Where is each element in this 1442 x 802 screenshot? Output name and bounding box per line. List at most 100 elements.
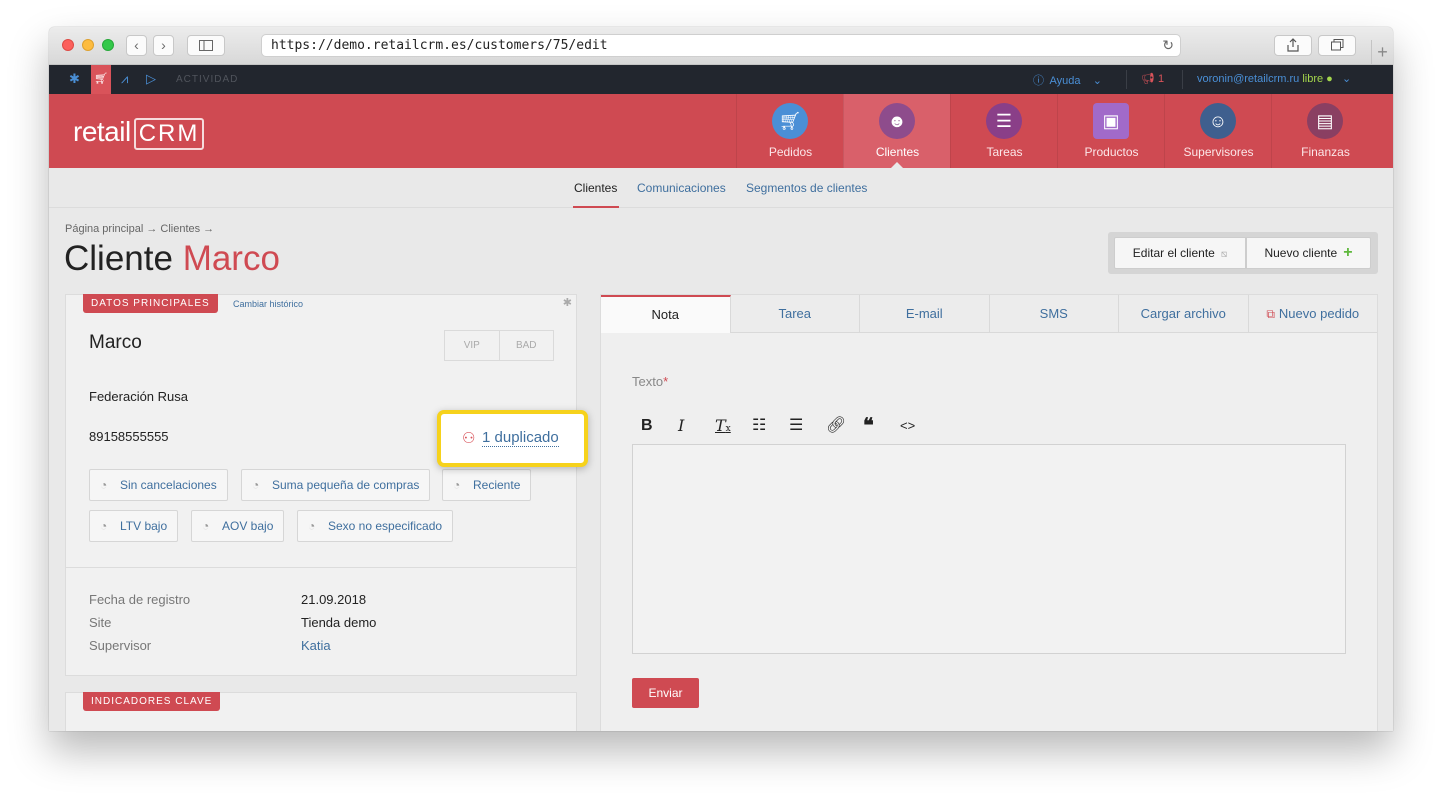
numbered-list-icon[interactable]: ☰ — [789, 415, 826, 437]
supervisor-label: Supervisor — [89, 638, 152, 653]
editor-toolbar: B I Tx ☷ ☰ 🔗︎ ❝ <> — [641, 415, 937, 437]
italic-icon[interactable]: I — [678, 415, 715, 437]
nav-finanzas[interactable]: ▤ Finanzas — [1271, 94, 1378, 168]
reload-icon[interactable]: ↻ — [1162, 37, 1174, 54]
edit-label: Editar el cliente — [1132, 246, 1215, 260]
segment-badge[interactable]: ◔ Sin cancelaciones — [89, 469, 228, 501]
tab-sms[interactable]: SMS — [989, 295, 1119, 333]
cart-icon[interactable]: 🛒︎ — [91, 65, 111, 94]
segment-badge[interactable]: ◔ LTV bajo — [89, 510, 179, 542]
segment-label: Reciente — [473, 478, 521, 492]
edit-client-button[interactable]: Editar el cliente ⧅ — [1114, 237, 1246, 269]
history-link[interactable]: Cambiar histórico — [233, 299, 303, 309]
cart-icon: 🛒︎ — [772, 103, 808, 139]
external-link-icon: ⧉ — [1266, 307, 1275, 321]
minimize-window-button[interactable] — [82, 39, 94, 51]
help-label: Ayuda — [1049, 75, 1081, 87]
vip-button[interactable]: VIP — [445, 331, 499, 360]
nav-label: Finanzas — [1301, 145, 1350, 159]
bulleted-list-icon[interactable]: ☷ — [752, 415, 789, 437]
card-tag: DATOS PRINCIPALES — [83, 294, 218, 313]
breadcrumb[interactable]: Página principal → Clientes → — [65, 223, 214, 235]
quote-icon[interactable]: ❝ — [863, 415, 900, 437]
segment-badge[interactable]: ◔ AOV bajo — [191, 510, 285, 542]
segment-label: Sin cancelaciones — [120, 478, 217, 492]
nav-pedidos[interactable]: 🛒︎ Pedidos — [736, 94, 843, 168]
note-textarea[interactable] — [632, 444, 1346, 654]
send-button[interactable]: Enviar — [632, 678, 699, 708]
play-icon[interactable]: ▷ — [146, 72, 156, 86]
edit-icon: ⧅ — [1220, 249, 1228, 260]
segment-label: LTV bajo — [120, 519, 168, 533]
tab-nota[interactable]: Nota — [601, 295, 731, 333]
new-tab-icon[interactable]: + — [1371, 40, 1393, 65]
bad-button[interactable]: BAD — [498, 331, 554, 360]
link-icon[interactable]: 🔗︎ — [826, 415, 863, 437]
duplicate-link[interactable]: 1 duplicado — [482, 429, 559, 447]
gear-icon[interactable]: ✱ — [69, 72, 80, 86]
nav-supervisores[interactable]: ☺ Supervisores — [1164, 94, 1271, 168]
box-icon: ▣ — [1093, 103, 1129, 139]
supervisor-link[interactable]: Katia — [301, 638, 331, 653]
tabs-overview-icon[interactable] — [1318, 35, 1356, 56]
title-prefix: Cliente — [64, 239, 173, 278]
segment-badge[interactable]: ◔ Sexo no especificado — [297, 510, 454, 542]
nav-label: Supervisores — [1183, 145, 1254, 159]
site-value: Tienda demo — [301, 615, 377, 630]
new-client-button[interactable]: Nuevo cliente + — [1246, 237, 1371, 269]
address-bar[interactable]: https://demo.retailcrm.es/customers/75/e… — [261, 34, 1181, 57]
sidebar-toggle-icon[interactable] — [187, 35, 225, 56]
retailcrm-logo[interactable]: retail CRM — [73, 116, 205, 150]
tab-cargar-archivo[interactable]: Cargar archivo — [1119, 295, 1249, 333]
text-label-text: Texto — [632, 374, 664, 389]
back-icon[interactable]: ‹ — [126, 35, 147, 56]
pie-icon: ◔ — [453, 478, 461, 492]
pie-icon: ◔ — [308, 519, 316, 533]
woman-icon: ☺ — [1200, 103, 1236, 139]
forward-icon[interactable]: › — [153, 35, 174, 56]
client-phone[interactable]: 89158555555 — [89, 429, 169, 444]
nav-productos[interactable]: ▣ Productos — [1057, 94, 1164, 168]
notifications-button[interactable]: 📢︎ 1 — [1141, 72, 1164, 85]
sub-nav: Clientes Comunicaciones Segmentos de cli… — [49, 168, 1393, 208]
communication-panel: Nota Tarea E-mail SMS Cargar archivo ⧉ Nu… — [600, 294, 1378, 731]
divider — [66, 567, 576, 568]
chart-icon[interactable]: ⩘ — [121, 72, 128, 86]
title-name: Marco — [182, 239, 280, 278]
user-menu[interactable]: voronin@retailcrm.ru libre ● ⌄ — [1197, 72, 1351, 85]
registration-label: Fecha de registro — [89, 592, 191, 607]
nav-label: Clientes — [875, 145, 920, 159]
client-name: Marco — [89, 332, 142, 353]
clear-format-icon[interactable]: Tx — [715, 415, 752, 437]
tab-label: Nuevo pedido — [1278, 306, 1360, 321]
nav-clientes[interactable]: ☻ Clientes — [843, 94, 950, 168]
help-menu[interactable]: ⓘ Ayuda ⌄ — [1033, 72, 1102, 88]
vip-bad-toggle: VIP BAD — [444, 330, 554, 361]
url-text: https://demo.retailcrm.es/customers/75/e… — [271, 38, 608, 53]
close-window-button[interactable] — [62, 39, 74, 51]
tab-nuevo-pedido[interactable]: ⧉ Nuevo pedido — [1248, 295, 1377, 333]
text-label: Texto* — [632, 374, 668, 389]
nav-tareas[interactable]: ☰ Tareas — [950, 94, 1057, 168]
user-email: voronin@retailcrm.ru — [1197, 73, 1300, 85]
bold-icon[interactable]: B — [641, 415, 678, 437]
segment-badge[interactable]: ◔ Reciente — [442, 469, 532, 501]
tab-tarea[interactable]: Tarea — [730, 295, 860, 333]
separator — [1182, 70, 1183, 89]
pie-icon: ◔ — [252, 478, 260, 492]
zoom-window-button[interactable] — [102, 39, 114, 51]
pie-icon: ◔ — [202, 519, 210, 533]
browser-window: ‹ › https://demo.retailcrm.es/customers/… — [49, 27, 1393, 731]
code-icon[interactable]: <> — [900, 415, 937, 437]
share-icon[interactable] — [1274, 35, 1312, 56]
subnav-segmentos[interactable]: Segmentos de clientes — [746, 181, 867, 195]
tab-email[interactable]: E-mail — [860, 295, 990, 333]
logo-crm-text: CRM — [133, 118, 205, 150]
activity-label[interactable]: ACTIVIDAD — [176, 74, 238, 85]
segment-badge[interactable]: ◔ Suma pequeña de compras — [241, 469, 431, 501]
subnav-comunicaciones[interactable]: Comunicaciones — [637, 181, 726, 195]
site-label: Site — [89, 615, 112, 630]
gear-icon[interactable]: ✱ — [563, 296, 572, 309]
pie-icon: ◔ — [100, 478, 108, 492]
subnav-clientes[interactable]: Clientes — [574, 181, 617, 195]
